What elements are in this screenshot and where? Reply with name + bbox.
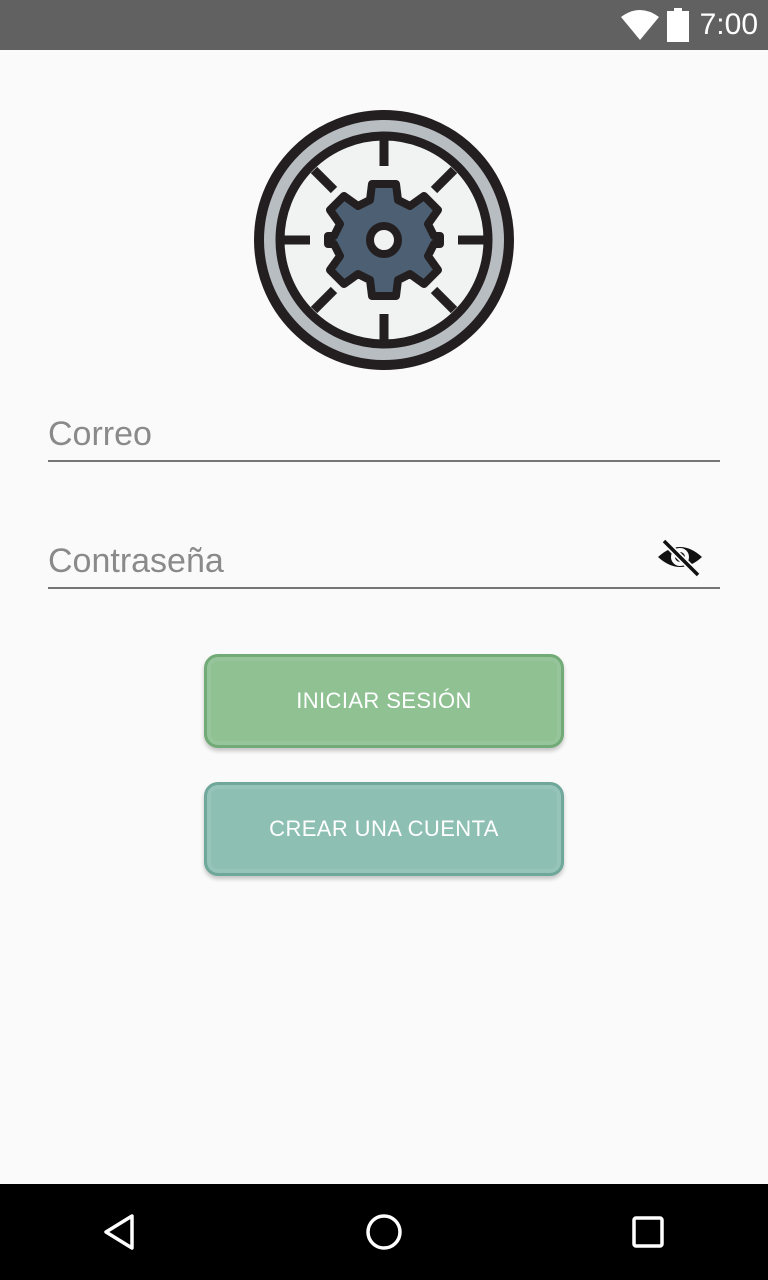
email-field[interactable] (48, 400, 720, 462)
home-icon[interactable] (360, 1208, 408, 1256)
login-button[interactable]: INICIAR SESIÓN (204, 654, 564, 748)
password-input[interactable] (48, 542, 648, 581)
visibility-off-icon[interactable] (656, 533, 704, 581)
create-account-button[interactable]: CREAR UNA CUENTA (204, 782, 564, 876)
create-account-button-label: CREAR UNA CUENTA (269, 816, 499, 841)
password-field[interactable] (48, 525, 720, 589)
navigation-bar (0, 1184, 768, 1280)
back-icon[interactable] (96, 1208, 144, 1256)
status-time: 7:00 (699, 8, 758, 41)
wifi-icon (620, 10, 659, 40)
battery-icon (666, 8, 689, 42)
app-logo-gear-icon (254, 110, 514, 370)
email-input[interactable] (48, 415, 648, 454)
recents-icon[interactable] (624, 1208, 672, 1256)
status-icons: 7:00 (620, 0, 758, 50)
status-bar: 7:00 (0, 0, 768, 50)
login-button-label: INICIAR SESIÓN (296, 688, 472, 713)
